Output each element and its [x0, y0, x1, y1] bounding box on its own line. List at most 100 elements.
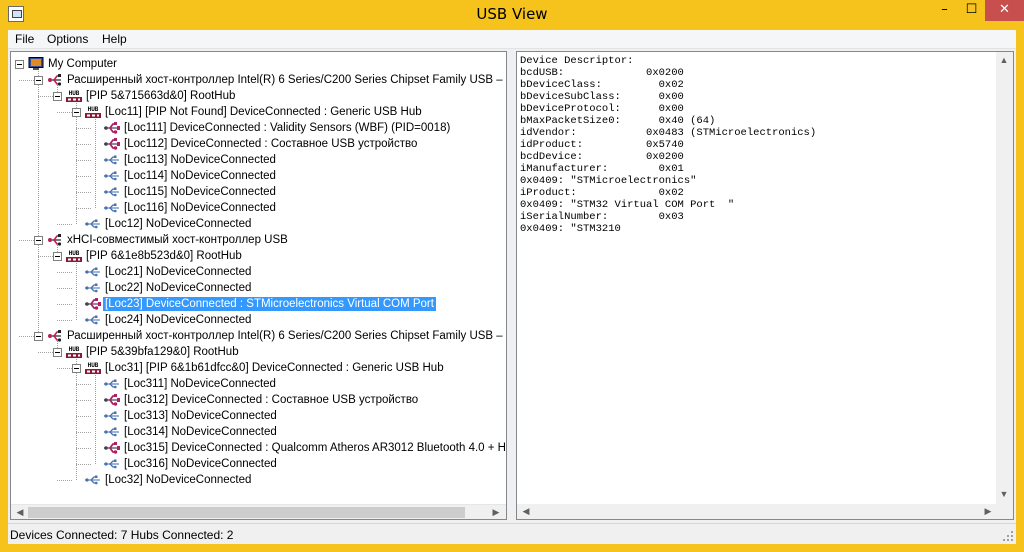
- collapse-minus-icon[interactable]: [72, 364, 81, 373]
- device-tree: My Computer Расширенный хост-контроллер I…: [11, 52, 506, 504]
- descriptor-pane: Device Descriptor: bcdUSB: 0x0200 bDevic…: [516, 51, 1014, 520]
- tree-node[interactable]: HUB [PIP 6&1e8b523d&0] RootHub: [11, 248, 506, 264]
- window-title: USB View: [476, 5, 548, 23]
- tree-connector-line: [57, 304, 72, 305]
- tree-node[interactable]: [Loc113] NoDeviceConnected: [11, 152, 506, 168]
- menu-help[interactable]: Help: [102, 32, 127, 46]
- tree-node-label: [Loc114] NoDeviceConnected: [124, 170, 276, 182]
- tree-node[interactable]: HUB [PIP 5&39bfa129&0] RootHub: [11, 344, 506, 360]
- scrollbar-corner: [997, 504, 1013, 519]
- tree-connector-line: [19, 80, 34, 81]
- svg-text:HUB: HUB: [69, 90, 80, 97]
- tree-node[interactable]: [Loc312] DeviceConnected : Составное USB…: [11, 392, 506, 408]
- tree-connector-line: [76, 144, 91, 145]
- resize-grip-icon[interactable]: [1002, 530, 1014, 542]
- usb-port-icon: [103, 185, 121, 199]
- collapse-minus-icon[interactable]: [34, 236, 43, 245]
- scroll-right-arrow-icon[interactable]: ▶: [488, 506, 504, 519]
- collapse-minus-icon[interactable]: [34, 76, 43, 85]
- tree-node[interactable]: [Loc315] DeviceConnected : Qualcomm Athe…: [11, 440, 506, 456]
- status-text: Devices Connected: 7 Hubs Connected: 2: [10, 528, 234, 542]
- scroll-left-arrow-icon[interactable]: ◀: [518, 505, 534, 518]
- scroll-up-arrow-icon[interactable]: ▲: [996, 54, 1012, 67]
- collapse-minus-icon[interactable]: [34, 332, 43, 341]
- scroll-right-arrow-icon[interactable]: ▶: [980, 505, 996, 518]
- tree-connector-line: [19, 240, 34, 241]
- tree-node[interactable]: xHCI-совместимый хост-контроллер USB: [11, 232, 506, 248]
- usb-port-icon: [84, 281, 102, 295]
- tree-node[interactable]: [Loc21] NoDeviceConnected: [11, 264, 506, 280]
- scroll-down-arrow-icon[interactable]: ▼: [996, 488, 1012, 501]
- tree-node[interactable]: [Loc111] DeviceConnected : Validity Sens…: [11, 120, 506, 136]
- tree-connector-line: [76, 448, 91, 449]
- svg-text:HUB: HUB: [88, 106, 99, 113]
- collapse-minus-icon[interactable]: [72, 108, 81, 117]
- tree-node[interactable]: [Loc314] NoDeviceConnected: [11, 424, 506, 440]
- device-descriptor-text: Device Descriptor: bcdUSB: 0x0200 bDevic…: [520, 55, 817, 235]
- tree-node[interactable]: [Loc116] NoDeviceConnected: [11, 200, 506, 216]
- descriptor-horizontal-scrollbar[interactable]: ◀ ▶: [517, 504, 997, 519]
- collapse-minus-icon[interactable]: [53, 252, 62, 261]
- tree-connector-line: [57, 224, 72, 225]
- usb-device-icon: [103, 137, 121, 151]
- collapse-minus-icon[interactable]: [53, 348, 62, 357]
- tree-connector-line: [76, 208, 91, 209]
- status-bar: Devices Connected: 7 Hubs Connected: 2: [8, 523, 1016, 544]
- tree-node-label: Расширенный хост-контроллер Intel(R) 6 S…: [67, 330, 507, 342]
- tree-node[interactable]: Расширенный хост-контроллер Intel(R) 6 S…: [11, 328, 506, 344]
- scroll-left-arrow-icon[interactable]: ◀: [12, 506, 28, 519]
- tree-node[interactable]: [Loc12] NoDeviceConnected: [11, 216, 506, 232]
- usbview-window: USB View – ☐ ✕ File Options Help My Comp…: [0, 0, 1024, 552]
- title-bar[interactable]: USB View – ☐ ✕: [0, 0, 1024, 30]
- hub-icon: HUB: [65, 249, 83, 263]
- tree-connector-line: [57, 112, 72, 113]
- scroll-thumb[interactable]: [28, 507, 465, 518]
- usb-port-icon: [103, 377, 121, 391]
- tree-connector-line: [76, 160, 91, 161]
- tree-node-label: [Loc31] [PIP 6&1b61dfcc&0] DeviceConnect…: [105, 362, 444, 374]
- tree-connector-line: [19, 336, 34, 337]
- descriptor-vertical-scrollbar[interactable]: ▲ ▼: [996, 52, 1013, 504]
- usb-device-icon: [103, 441, 121, 455]
- tree-node-label: [Loc32] NoDeviceConnected: [105, 474, 252, 486]
- tree-node[interactable]: My Computer: [11, 56, 506, 72]
- minimize-button[interactable]: –: [931, 0, 958, 21]
- collapse-minus-icon[interactable]: [15, 60, 24, 69]
- tree-node-label: [Loc315] DeviceConnected : Qualcomm Athe…: [124, 442, 507, 454]
- tree-node[interactable]: HUB [PIP 5&715663d&0] RootHub: [11, 88, 506, 104]
- tree-node[interactable]: [Loc112] DeviceConnected : Составное USB…: [11, 136, 506, 152]
- hub-icon: HUB: [84, 361, 102, 375]
- tree-node-label: [Loc24] NoDeviceConnected: [105, 314, 252, 326]
- tree-connector-line: [76, 384, 91, 385]
- menu-file[interactable]: File: [15, 32, 34, 46]
- tree-node[interactable]: [Loc313] NoDeviceConnected: [11, 408, 506, 424]
- tree-node[interactable]: [Loc22] NoDeviceConnected: [11, 280, 506, 296]
- tree-connector-line: [76, 464, 91, 465]
- collapse-minus-icon[interactable]: [53, 92, 62, 101]
- tree-node[interactable]: [Loc23] DeviceConnected : STMicroelectro…: [11, 296, 506, 312]
- tree-node[interactable]: HUB [Loc31] [PIP 6&1b61dfcc&0] DeviceConn…: [11, 360, 506, 376]
- tree-horizontal-scrollbar[interactable]: ◀ ▶: [11, 504, 506, 519]
- tree-node[interactable]: [Loc311] NoDeviceConnected: [11, 376, 506, 392]
- tree-node[interactable]: [Loc32] NoDeviceConnected: [11, 472, 506, 488]
- tree-connector-line: [76, 400, 91, 401]
- tree-connector-line: [38, 352, 53, 353]
- svg-text:HUB: HUB: [69, 346, 80, 353]
- tree-node[interactable]: [Loc24] NoDeviceConnected: [11, 312, 506, 328]
- tree-node-label: [Loc113] NoDeviceConnected: [124, 154, 276, 166]
- tree-node-label: [Loc112] DeviceConnected : Составное USB…: [124, 138, 418, 150]
- tree-connector-line: [76, 176, 91, 177]
- tree-node[interactable]: Расширенный хост-контроллер Intel(R) 6 S…: [11, 72, 506, 88]
- close-button[interactable]: ✕: [985, 0, 1024, 21]
- tree-node[interactable]: HUB [Loc11] [PIP Not Found] DeviceConnect…: [11, 104, 506, 120]
- tree-node[interactable]: [Loc115] NoDeviceConnected: [11, 184, 506, 200]
- tree-connector-line: [57, 480, 72, 481]
- tree-connector-line: [57, 320, 72, 321]
- menu-options[interactable]: Options: [47, 32, 88, 46]
- hub-icon: HUB: [84, 105, 102, 119]
- tree-node[interactable]: [Loc114] NoDeviceConnected: [11, 168, 506, 184]
- tree-node-label: [PIP 6&1e8b523d&0] RootHub: [86, 250, 242, 262]
- maximize-button[interactable]: ☐: [958, 0, 985, 21]
- usb-port-icon: [103, 457, 121, 471]
- tree-node[interactable]: [Loc316] NoDeviceConnected: [11, 456, 506, 472]
